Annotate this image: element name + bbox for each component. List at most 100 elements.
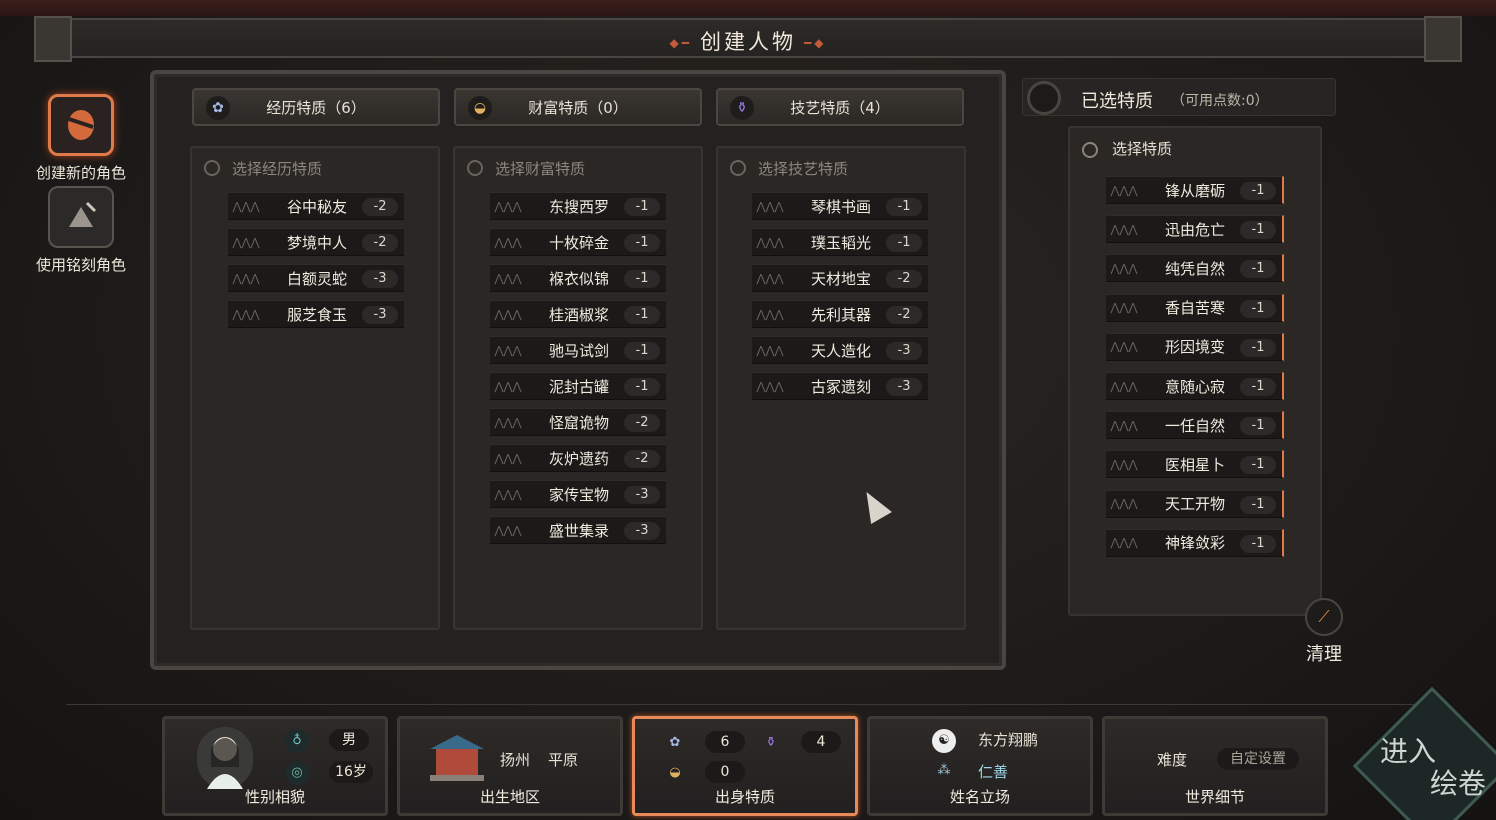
selected-trait-item[interactable]: ⋀⋀⋀ 锋从磨砺 -1 <box>1106 176 1284 204</box>
tab-skill-traits[interactable]: ⚱ 技艺特质（4） <box>716 88 964 126</box>
trait-cost: -1 <box>1240 534 1276 553</box>
trait-cost: -2 <box>624 450 660 468</box>
trait-item[interactable]: ⋀⋀⋀ 璞玉韬光 -1 <box>752 228 928 256</box>
trait-cost: -1 <box>624 306 660 324</box>
create-new-character-button[interactable]: 创建新的角色 <box>26 94 136 183</box>
card-birthplace[interactable]: 扬州 平原 出生地区 <box>397 716 623 816</box>
selected-trait-item[interactable]: ⋀⋀⋀ 迅由危亡 -1 <box>1106 215 1284 244</box>
trait-item[interactable]: ⋀⋀⋀ 东搜西罗 -1 <box>490 192 666 220</box>
trait-cost: -1 <box>624 342 660 360</box>
leaf-icon: ⋀⋀⋀ <box>756 343 784 357</box>
leaf-icon: ⋀⋀⋀ <box>1110 340 1138 354</box>
selected-trait-item[interactable]: ⋀⋀⋀ 意随心寂 -1 <box>1106 372 1284 400</box>
trait-item[interactable]: ⋀⋀⋀ 褓衣似锦 -1 <box>490 264 666 292</box>
selected-trait-item[interactable]: ⋀⋀⋀ 香自苦寒 -1 <box>1106 293 1284 322</box>
selected-trait-item[interactable]: ⋀⋀⋀ 医相星卜 -1 <box>1106 450 1284 479</box>
card-label: 出身特质 <box>714 788 775 806</box>
card-name-stance[interactable]: ☯ 东方翔鹏 ⁂ 仁善 姓名立场 <box>867 716 1093 816</box>
ring-icon <box>1027 81 1061 115</box>
page-title: ◆━ 创建人物 ━◆ <box>669 30 827 54</box>
selected-trait-item[interactable]: ⋀⋀⋀ 神锋敛彩 -1 <box>1106 528 1284 557</box>
leaf-icon: ⋀⋀⋀ <box>756 271 784 285</box>
trait-item[interactable]: ⋀⋀⋀ 盛世集录 -3 <box>490 516 666 544</box>
ingot-icon: ◒ <box>468 96 492 120</box>
tab-experience-traits[interactable]: ✿ 经历特质（6） <box>192 88 440 126</box>
trait-item[interactable]: ⋀⋀⋀ 谷中秘友 -2 <box>228 192 404 220</box>
leaf-icon: ⋀⋀⋀ <box>494 451 522 465</box>
create-new-label: 创建新的角色 <box>35 164 126 182</box>
leaf-icon: ⋀⋀⋀ <box>232 307 260 321</box>
leaf-icon: ⋀⋀⋀ <box>1110 497 1138 511</box>
trait-cost: -1 <box>886 234 922 252</box>
pick-icon <box>204 160 220 176</box>
card-label: 姓名立场 <box>949 788 1010 806</box>
trait-cost: -1 <box>1240 456 1276 475</box>
leaf-icon: ⋀⋀⋀ <box>494 379 522 393</box>
column-heading: 选择经历特质 <box>232 160 323 178</box>
card-origin-traits[interactable]: ✿ 6 ⚱ 4 ◒ 0 出身特质 <box>632 716 858 816</box>
trait-cost: -3 <box>886 378 922 396</box>
stance-value: 仁善 <box>978 763 1009 781</box>
trait-item[interactable]: ⋀⋀⋀ 灰炉遗药 -2 <box>490 444 666 472</box>
card-label: 出生地区 <box>479 788 540 806</box>
trait-cost: -1 <box>1240 417 1276 436</box>
trait-item[interactable]: ⋀⋀⋀ 泥封古罐 -1 <box>490 372 666 400</box>
selected-trait-item[interactable]: ⋀⋀⋀ 一任自然 -1 <box>1106 411 1284 440</box>
ingot-icon: ◒ <box>669 765 681 780</box>
leaf-icon: ⋀⋀⋀ <box>232 199 260 213</box>
difficulty-label: 难度 <box>1157 751 1188 769</box>
trait-item[interactable]: ⋀⋀⋀ 服芝食玉 -3 <box>228 300 404 328</box>
leaf-icon: ⋀⋀⋀ <box>494 523 522 537</box>
trait-item[interactable]: ⋀⋀⋀ 琴棋书画 -1 <box>752 192 928 220</box>
engraved-figure-icon <box>48 186 114 248</box>
card-world-details[interactable]: 难度 自定设置 世界细节 <box>1102 716 1328 816</box>
leaf-icon: ⋀⋀⋀ <box>1110 222 1138 236</box>
enter-scroll-button[interactable]: 进入 绘卷 <box>1352 686 1496 820</box>
trait-item[interactable]: ⋀⋀⋀ 天人造化 -3 <box>752 336 928 364</box>
pick-icon <box>730 160 746 176</box>
age-icon: ◎ <box>285 761 309 785</box>
trait-cost: -2 <box>362 198 398 216</box>
trait-item[interactable]: ⋀⋀⋀ 家传宝物 -3 <box>490 480 666 508</box>
trait-item[interactable]: ⋀⋀⋀ 白额灵蛇 -3 <box>228 264 404 292</box>
leaf-icon: ⋀⋀⋀ <box>494 271 522 285</box>
gender-value: 男 <box>329 729 369 751</box>
page-title-text: 创建人物 <box>700 30 796 54</box>
vase-icon: ⚱ <box>765 735 777 750</box>
tab-wealth-traits[interactable]: ◒ 财富特质（0） <box>454 88 702 126</box>
trait-item[interactable]: ⋀⋀⋀ 梦境中人 -2 <box>228 228 404 256</box>
leaf-icon: ⋀⋀⋀ <box>1110 418 1138 432</box>
mask-icon <box>48 94 114 156</box>
divider <box>66 704 1426 705</box>
selected-trait-item[interactable]: ⋀⋀⋀ 纯凭自然 -1 <box>1106 254 1284 283</box>
trait-cost: -1 <box>1240 338 1276 357</box>
game-screen: ◆━ 创建人物 ━◆ 创建新的角色 使用铭刻角色 ✿ 经历特质（6） ◒ 财富特质（… <box>0 0 1496 820</box>
card-appearance[interactable]: ♁ 男 ◎ 16岁 性别相貌 <box>162 716 388 816</box>
leaf-icon: ⋀⋀⋀ <box>494 415 522 429</box>
trait-item[interactable]: ⋀⋀⋀ 十枚碎金 -1 <box>490 228 666 256</box>
trait-item[interactable]: ⋀⋀⋀ 怪窟诡物 -2 <box>490 408 666 436</box>
clear-label: 清理 <box>1306 644 1342 665</box>
pavilion-icon <box>426 731 488 783</box>
enter-text-2: 绘卷 <box>1430 767 1487 800</box>
tab-label: 财富特质（0） <box>528 98 628 117</box>
clear-button[interactable]: ⟋ 清理 <box>1300 598 1348 666</box>
beads-icon: ⁂ <box>937 763 951 778</box>
leaf-icon: ⋀⋀⋀ <box>756 379 784 393</box>
exp-count: 6 <box>705 731 745 753</box>
use-engraved-character-button[interactable]: 使用铭刻角色 <box>26 186 136 275</box>
trait-cost: -2 <box>886 270 922 288</box>
terrain-value: 平原 <box>548 751 579 769</box>
trait-item[interactable]: ⋀⋀⋀ 古冢遗刻 -3 <box>752 372 928 400</box>
trait-item[interactable]: ⋀⋀⋀ 先利其器 -2 <box>752 300 928 328</box>
leaf-icon: ⋀⋀⋀ <box>756 199 784 213</box>
trait-item[interactable]: ⋀⋀⋀ 天材地宝 -2 <box>752 264 928 292</box>
trait-item[interactable]: ⋀⋀⋀ 驰马试剑 -1 <box>490 336 666 364</box>
trait-cost: -1 <box>1240 299 1276 318</box>
wealth-count: 0 <box>705 761 745 783</box>
selected-trait-item[interactable]: ⋀⋀⋀ 形因境变 -1 <box>1106 332 1284 361</box>
trait-cost: -3 <box>624 486 660 504</box>
trait-item[interactable]: ⋀⋀⋀ 桂酒椒浆 -1 <box>490 300 666 328</box>
trait-cost: -2 <box>362 234 398 252</box>
selected-trait-item[interactable]: ⋀⋀⋀ 天工开物 -1 <box>1106 489 1284 518</box>
